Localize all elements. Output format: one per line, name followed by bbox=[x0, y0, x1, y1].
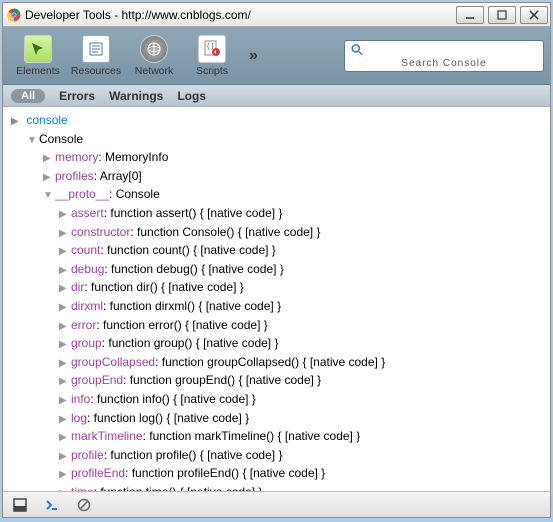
expand-icon[interactable] bbox=[59, 263, 71, 279]
filter-all[interactable]: All bbox=[11, 89, 45, 103]
titlebar: Developer Tools - http://www.cnblogs.com… bbox=[3, 3, 550, 27]
expand-icon[interactable] bbox=[59, 430, 71, 446]
elements-label: Elements bbox=[16, 65, 60, 77]
expand-icon[interactable] bbox=[59, 319, 71, 335]
show-console-button[interactable] bbox=[41, 496, 63, 514]
property-key: group bbox=[71, 336, 102, 350]
property-value: : function error() { [native code] } bbox=[96, 318, 267, 332]
expand-icon[interactable] bbox=[59, 449, 71, 465]
filter-logs[interactable]: Logs bbox=[177, 89, 206, 103]
property-key: assert bbox=[71, 206, 104, 220]
property-value: : function markTimeline() { [native code… bbox=[143, 429, 361, 443]
expand-icon[interactable] bbox=[59, 374, 71, 390]
property-value: : function groupCollapsed() { [native co… bbox=[155, 355, 385, 369]
property-key: memory bbox=[55, 150, 98, 164]
expand-icon[interactable] bbox=[43, 151, 55, 167]
minimize-button[interactable] bbox=[456, 6, 484, 24]
devtools-window: Developer Tools - http://www.cnblogs.com… bbox=[2, 2, 551, 518]
expand-icon[interactable] bbox=[59, 393, 71, 409]
console-object-label: Console bbox=[39, 132, 83, 146]
expand-icon[interactable] bbox=[43, 170, 55, 186]
network-panel-button[interactable]: Network bbox=[125, 35, 183, 77]
search-input[interactable] bbox=[368, 44, 537, 56]
expand-icon[interactable] bbox=[59, 356, 71, 372]
filter-errors[interactable]: Errors bbox=[59, 89, 95, 103]
close-button[interactable] bbox=[520, 6, 548, 24]
network-label: Network bbox=[135, 65, 174, 77]
expand-icon[interactable] bbox=[59, 226, 71, 242]
console-root[interactable]: console bbox=[26, 113, 67, 127]
property-value: : MemoryInfo bbox=[98, 150, 168, 164]
main-toolbar: Elements Resources Network { } Scripts »… bbox=[3, 27, 550, 85]
property-value: : function assert() { [native code] } bbox=[104, 206, 283, 220]
chrome-icon bbox=[7, 8, 21, 22]
property-key: profile bbox=[71, 448, 104, 462]
property-value: : function dir() { [native code] } bbox=[84, 280, 243, 294]
search-icon bbox=[351, 43, 364, 57]
resources-panel-button[interactable]: Resources bbox=[67, 35, 125, 77]
property-key: count bbox=[71, 243, 100, 257]
search-label: Search Console bbox=[351, 58, 537, 69]
property-key: debug bbox=[71, 262, 104, 276]
property-key: groupCollapsed bbox=[71, 355, 155, 369]
expand-icon[interactable] bbox=[43, 188, 55, 204]
property-key: profiles bbox=[55, 169, 94, 183]
resources-icon bbox=[82, 35, 110, 63]
elements-icon bbox=[24, 35, 52, 63]
svg-text:{ }: { } bbox=[207, 43, 214, 50]
property-value: : function profileEnd() { [native code] … bbox=[125, 466, 325, 480]
property-value: : Array[0] bbox=[94, 169, 142, 183]
property-value: : function log() { [native code] } bbox=[87, 411, 249, 425]
property-key: groupEnd bbox=[71, 373, 123, 387]
property-value: : function count() { [native code] } bbox=[100, 243, 275, 257]
property-value: : function group() { [native code] } bbox=[102, 336, 279, 350]
property-value: : function dirxml() { [native code] } bbox=[103, 299, 281, 313]
filter-warnings[interactable]: Warnings bbox=[109, 89, 163, 103]
property-value: : function Console() { [native code] } bbox=[130, 225, 320, 239]
property-value: : function groupEnd() { [native code] } bbox=[123, 373, 321, 387]
expand-icon[interactable] bbox=[59, 281, 71, 297]
maximize-button[interactable] bbox=[488, 6, 516, 24]
console-output[interactable]: console Console memory: MemoryInfo profi… bbox=[3, 107, 550, 491]
expand-icon[interactable] bbox=[59, 207, 71, 223]
scripts-icon: { } bbox=[198, 35, 226, 63]
clear-console-button[interactable] bbox=[73, 496, 95, 514]
property-value: : Console bbox=[109, 187, 160, 201]
search-console-box[interactable]: Search Console bbox=[344, 40, 544, 72]
scripts-label: Scripts bbox=[196, 65, 228, 77]
property-key: dirxml bbox=[71, 299, 103, 313]
property-value: : function profile() { [native code] } bbox=[104, 448, 283, 462]
property-key: profileEnd bbox=[71, 466, 125, 480]
property-key: error bbox=[71, 318, 96, 332]
resources-label: Resources bbox=[71, 65, 121, 77]
filter-bar: All Errors Warnings Logs bbox=[3, 85, 550, 107]
property-value: : function debug() { [native code] } bbox=[104, 262, 283, 276]
elements-panel-button[interactable]: Elements bbox=[9, 35, 67, 77]
property-key: __proto__ bbox=[55, 187, 109, 201]
expand-icon[interactable] bbox=[59, 300, 71, 316]
more-panels-button[interactable]: » bbox=[249, 47, 258, 65]
expand-icon[interactable] bbox=[59, 412, 71, 428]
property-value: : function info() { [native code] } bbox=[90, 392, 255, 406]
expand-icon[interactable] bbox=[11, 114, 23, 130]
window-title: Developer Tools - http://www.cnblogs.com… bbox=[25, 8, 251, 22]
footer-bar bbox=[3, 491, 550, 517]
network-icon bbox=[140, 35, 168, 63]
expand-icon[interactable] bbox=[27, 133, 39, 149]
dock-button[interactable] bbox=[9, 496, 31, 514]
property-key: constructor bbox=[71, 225, 130, 239]
property-key: markTimeline bbox=[71, 429, 143, 443]
property-key: info bbox=[71, 392, 90, 406]
scripts-panel-button[interactable]: { } Scripts bbox=[183, 35, 241, 77]
property-key: log bbox=[71, 411, 87, 425]
expand-icon[interactable] bbox=[59, 337, 71, 353]
property-key: dir bbox=[71, 280, 84, 294]
expand-icon[interactable] bbox=[59, 244, 71, 260]
expand-icon[interactable] bbox=[59, 467, 71, 483]
